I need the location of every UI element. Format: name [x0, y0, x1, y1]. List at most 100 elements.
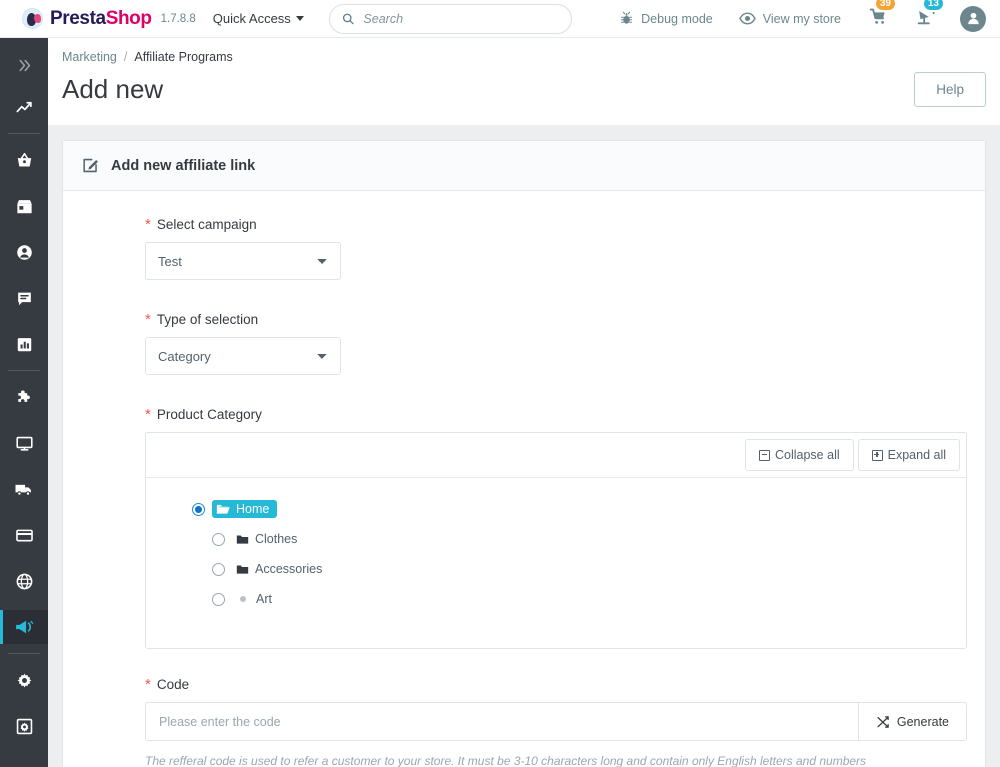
- quick-access-dropdown[interactable]: Quick Access: [213, 11, 304, 26]
- card-header: Add new affiliate link: [63, 141, 985, 191]
- puzzle-piece-icon: [17, 390, 30, 402]
- megaphone-icon: [16, 620, 34, 634]
- code-input[interactable]: [145, 702, 858, 741]
- gear-box-icon: [16, 718, 32, 734]
- card-body: * Select campaign Test * Type of selecti…: [63, 191, 985, 767]
- sidebar-item-customer-service[interactable]: [0, 281, 48, 315]
- debug-mode-label: Debug mode: [641, 11, 713, 26]
- required-marker: *: [145, 406, 151, 423]
- tree-node-clothes[interactable]: Clothes: [212, 530, 966, 548]
- view-my-store-button[interactable]: View my store: [726, 10, 854, 27]
- tree-node-art[interactable]: Art: [212, 590, 966, 608]
- title-row: Add new Help: [62, 72, 986, 125]
- category-tree-toolbar: Collapse all Expand all: [146, 433, 966, 478]
- sidebar-item-shop-parameters[interactable]: [0, 663, 48, 697]
- page-header: Marketing / Affiliate Programs Add new H…: [48, 38, 1000, 125]
- category-radio[interactable]: [212, 592, 225, 606]
- sidebar-item-logout[interactable]: [0, 755, 48, 767]
- expand-all-label: Expand all: [887, 448, 946, 462]
- search-input[interactable]: [363, 11, 559, 26]
- breadcrumb-parent[interactable]: Marketing: [62, 50, 117, 64]
- sidebar-item-shipping[interactable]: [0, 472, 48, 506]
- sidebar-item-expand-menu[interactable]: [0, 48, 48, 82]
- tree-node-home[interactable]: Home: [192, 500, 966, 518]
- category-tree-panel: Collapse all Expand all Home Clothes Acc…: [145, 432, 967, 649]
- bug-icon: [621, 11, 633, 24]
- tree-node-label-wrap[interactable]: Accessories: [232, 560, 330, 578]
- breadcrumb-separator: /: [123, 50, 128, 64]
- eye-icon: [739, 12, 756, 25]
- sidebar-item-customers[interactable]: [0, 235, 48, 269]
- content-area: Add new affiliate link * Select campaign…: [48, 125, 1000, 767]
- prestashop-mascot-icon: [22, 8, 43, 29]
- chevron-double-right-icon: [18, 59, 30, 71]
- search-icon: [342, 13, 354, 24]
- product-category-label-text: Product Category: [156, 407, 262, 422]
- type-of-selection-dropdown[interactable]: Category: [145, 337, 341, 375]
- debug-mode-button[interactable]: Debug mode: [606, 11, 726, 26]
- category-radio[interactable]: [212, 532, 225, 546]
- code-input-group: Generate: [145, 702, 967, 741]
- code-label-text: Code: [156, 677, 190, 692]
- tree-node-label: Home: [236, 502, 270, 516]
- tree-node-label-wrap[interactable]: Home: [212, 500, 278, 518]
- folder-open-icon: [216, 504, 230, 514]
- sidebar-item-orders[interactable]: [0, 143, 48, 177]
- select-campaign-label: * Select campaign: [145, 217, 967, 232]
- sidebar-item-marketing[interactable]: [0, 610, 48, 644]
- collapse-all-button[interactable]: Collapse all: [745, 439, 854, 471]
- tree-node-accessories[interactable]: Accessories: [212, 560, 966, 578]
- plus-square-icon: [871, 449, 883, 461]
- code-hint-line1: The refferal code is used to refer a cus…: [145, 754, 867, 767]
- sidebar-item-international[interactable]: [0, 564, 48, 598]
- chevron-down-icon: [295, 16, 304, 21]
- field-product-category: * Product Category Collapse all Expand a…: [63, 407, 985, 649]
- sidebar-item-modules[interactable]: [0, 380, 48, 414]
- required-marker: *: [145, 311, 151, 328]
- code-label: * Code: [145, 677, 967, 692]
- category-radio[interactable]: [212, 562, 225, 576]
- sidebar-divider-1: [8, 133, 40, 134]
- person-icon: [967, 12, 979, 25]
- category-radio[interactable]: [192, 502, 205, 516]
- user-account-avatar[interactable]: [960, 5, 986, 32]
- truck-icon: [15, 484, 31, 496]
- gear-icon: [17, 673, 31, 687]
- orders-notifications-button[interactable]: 39: [854, 0, 902, 32]
- select-campaign-dropdown[interactable]: Test: [145, 242, 341, 280]
- prestashop-logo[interactable]: PrestaShop: [22, 8, 152, 30]
- main-sidebar: [0, 38, 48, 767]
- field-code: * Code Generate: [63, 677, 985, 767]
- breadcrumb-current[interactable]: Affiliate Programs: [134, 50, 232, 64]
- sidebar-divider-3: [8, 653, 40, 654]
- shuffle-icon: [877, 715, 889, 728]
- sidebar-item-payment[interactable]: [0, 518, 48, 552]
- generate-code-button[interactable]: Generate: [857, 702, 967, 741]
- minus-square-icon: [759, 449, 770, 461]
- sidebar-item-dashboard[interactable]: [0, 90, 48, 124]
- category-tree-body: Home Clothes Accessories Art: [146, 478, 966, 648]
- sidebar-item-catalog[interactable]: [0, 189, 48, 223]
- breadcrumb: Marketing / Affiliate Programs: [62, 50, 986, 64]
- field-type-of-selection: * Type of selection Category: [63, 312, 985, 375]
- version-label: 1.7.8.8: [160, 12, 196, 25]
- sidebar-item-stats[interactable]: [0, 327, 48, 361]
- brand-shop: Shop: [105, 7, 152, 29]
- folder-closed-icon: [236, 564, 249, 574]
- customers-notifications-button[interactable]: 13: [902, 0, 950, 32]
- tree-node-label: Accessories: [255, 562, 323, 576]
- generate-label: Generate: [896, 714, 949, 729]
- sidebar-item-design[interactable]: [0, 426, 48, 460]
- top-header-bar: PrestaShop 1.7.8.8 Quick Access Debug mo…: [0, 0, 1000, 38]
- search-box[interactable]: [328, 3, 572, 34]
- edit-pencil-square-icon: [83, 158, 98, 173]
- tree-node-label-wrap[interactable]: Art: [232, 590, 280, 608]
- tree-node-label-wrap[interactable]: Clothes: [232, 530, 305, 548]
- code-hint: The refferal code is used to refer a cus…: [145, 752, 967, 767]
- customers-badge-count: 13: [921, 0, 945, 12]
- main-content: Marketing / Affiliate Programs Add new H…: [48, 38, 1000, 767]
- sidebar-item-advanced-parameters[interactable]: [0, 709, 48, 743]
- expand-all-button[interactable]: Expand all: [857, 439, 960, 471]
- person-circle-icon: [16, 244, 32, 260]
- help-button[interactable]: Help: [914, 72, 986, 107]
